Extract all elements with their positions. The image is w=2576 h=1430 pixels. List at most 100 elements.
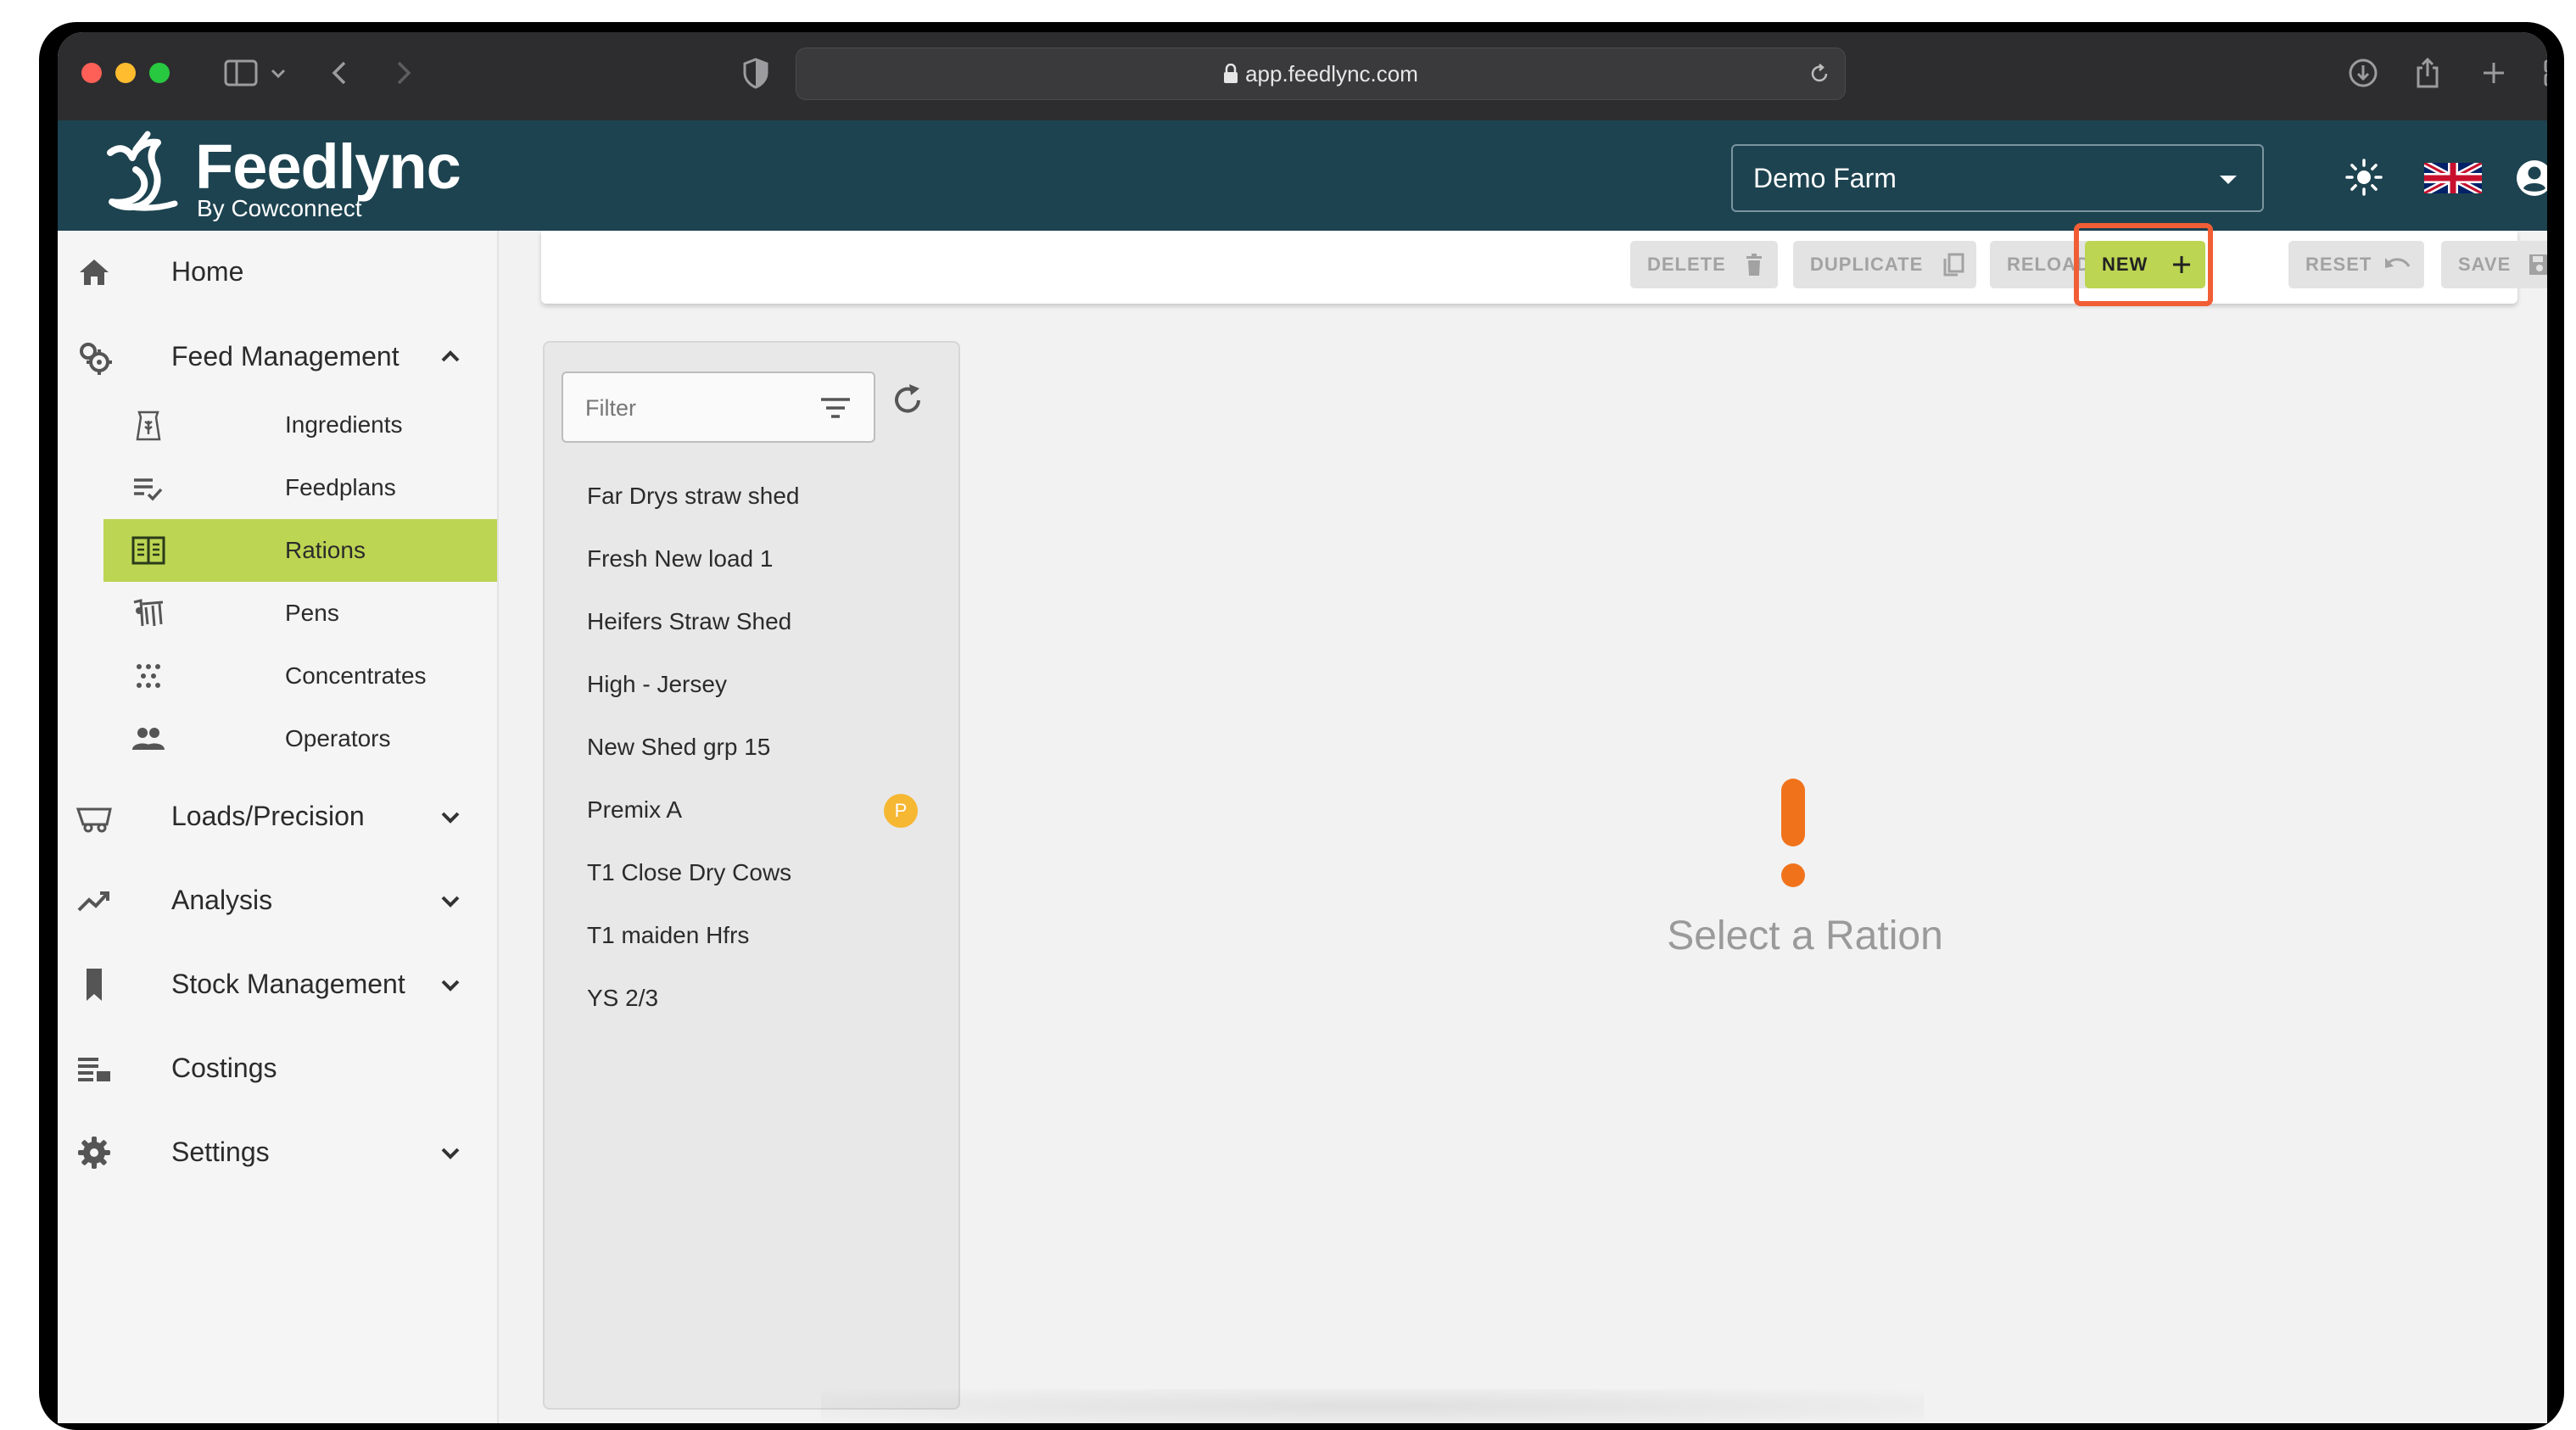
ration-list-item[interactable]: T1 maiden Hfrs — [545, 904, 958, 967]
minimize-window-button[interactable] — [115, 63, 136, 83]
nav-rations[interactable]: Rations — [103, 519, 497, 582]
nav-home-label: Home — [171, 256, 244, 287]
trending-up-icon — [77, 891, 109, 912]
browser-window: app.feedlync.com Feedlync By Cowconnect … — [58, 32, 2547, 1423]
ration-name: High - Jersey — [587, 671, 727, 697]
ration-name: Premix A — [587, 796, 683, 823]
nav-analysis-label: Analysis — [171, 885, 273, 915]
filter-input[interactable] — [563, 373, 833, 443]
filter-field[interactable] — [562, 371, 875, 443]
page-reload-icon[interactable] — [1808, 62, 1831, 86]
browser-toolbar: app.feedlync.com — [58, 32, 2547, 122]
chevron-down-icon — [441, 812, 460, 824]
ration-list-item[interactable]: Fresh New load 1 — [545, 528, 958, 590]
save-icon — [2529, 254, 2547, 275]
refresh-list-icon[interactable] — [891, 383, 925, 417]
ration-name: Heifers Straw Shed — [587, 608, 792, 634]
chevron-down-icon — [441, 1148, 460, 1159]
action-toolbar: DELETE DUPLICATE RELOAD NEW RESET SAVE — [541, 231, 2547, 304]
ration-name: New Shed grp 15 — [587, 734, 771, 760]
costings-icon — [78, 1058, 110, 1081]
chevron-down-icon — [441, 980, 460, 992]
exclamation-icon — [1781, 779, 1805, 887]
chevron-down-icon — [441, 896, 460, 908]
reset-button[interactable]: RESET — [2288, 241, 2424, 288]
nav-feedplans-label: Feedplans — [285, 474, 396, 500]
nav-stock-management-label: Stock Management — [171, 969, 405, 999]
delete-button[interactable]: DELETE — [1630, 241, 1778, 288]
back-icon[interactable] — [327, 56, 353, 90]
trash-icon — [1746, 254, 1762, 276]
zoom-window-button[interactable] — [149, 63, 170, 83]
chevron-up-icon — [441, 350, 460, 362]
nav-settings[interactable]: Settings — [58, 1111, 497, 1193]
nav-pens[interactable]: Pens — [103, 582, 497, 645]
ration-list-item[interactable]: Heifers Straw Shed — [545, 590, 958, 653]
ration-list-item[interactable]: YS 2/3 — [545, 967, 958, 1030]
home-icon — [80, 260, 109, 285]
ration-list-item[interactable]: Premix A P — [545, 779, 958, 841]
nav-feed-management-label: Feed Management — [171, 341, 400, 371]
filter-list-icon[interactable] — [819, 395, 852, 421]
ration-name: Far Drys straw shed — [587, 483, 800, 509]
sidebar-toggle-icon[interactable] — [222, 56, 260, 90]
pens-icon — [133, 599, 164, 627]
account-icon[interactable] — [2514, 158, 2547, 198]
empty-state-message: Select a Ration — [1667, 913, 1943, 958]
nav-analysis[interactable]: Analysis — [58, 859, 497, 941]
nav-concentrates[interactable]: Concentrates — [103, 645, 497, 707]
ration-list-item[interactable]: Far Drys straw shed — [545, 465, 958, 528]
concentrates-dots-icon — [137, 664, 160, 688]
bottom-shadow — [821, 1389, 1924, 1423]
nav-home[interactable]: Home — [58, 231, 497, 312]
nav-operators[interactable]: Operators — [103, 707, 497, 770]
ration-name: T1 Close Dry Cows — [587, 859, 792, 885]
uk-flag-icon[interactable] — [2424, 163, 2482, 193]
nav-loads-precision[interactable]: Loads/Precision — [58, 775, 497, 857]
chevron-down-icon[interactable] — [268, 56, 288, 90]
address-bar[interactable]: app.feedlync.com — [796, 47, 1846, 100]
ration-list-item[interactable]: High - Jersey — [545, 653, 958, 716]
gear-icon — [78, 1137, 110, 1169]
nav-rations-label: Rations — [285, 537, 366, 563]
nav-ingredients-label: Ingredients — [285, 411, 403, 438]
app-title: Feedlync — [195, 131, 461, 202]
premix-badge: P — [884, 794, 918, 828]
copy-icon — [1943, 253, 1964, 277]
shield-icon[interactable] — [741, 56, 770, 90]
new-button-highlight — [2074, 223, 2213, 306]
tab-overview-icon[interactable] — [2541, 56, 2547, 90]
nav-operators-label: Operators — [285, 725, 391, 751]
download-icon[interactable] — [2346, 56, 2380, 90]
rations-book-icon — [131, 536, 165, 565]
caret-down-icon — [2220, 176, 2237, 184]
url-text: app.feedlync.com — [1245, 61, 1418, 87]
share-icon[interactable] — [2412, 56, 2443, 90]
forward-icon[interactable] — [390, 56, 416, 90]
nav-stock-management[interactable]: Stock Management — [58, 943, 497, 1025]
playlist-check-icon — [134, 478, 163, 501]
farm-select-value: Demo Farm — [1753, 163, 1897, 193]
nav-costings-label: Costings — [171, 1053, 277, 1083]
theme-toggle-icon[interactable] — [2344, 158, 2383, 197]
nav-costings[interactable]: Costings — [58, 1027, 497, 1109]
nav-settings-label: Settings — [171, 1137, 270, 1167]
nav-feedplans[interactable]: Feedplans — [103, 456, 497, 519]
bookmark-icon — [87, 969, 102, 1001]
nav-ingredients[interactable]: Ingredients — [103, 394, 497, 456]
ration-list-item[interactable]: New Shed grp 15 — [545, 716, 958, 779]
duplicate-button[interactable]: DUPLICATE — [1793, 241, 1976, 288]
nav-feed-management[interactable]: Feed Management — [58, 316, 497, 397]
ration-name: Fresh New load 1 — [587, 545, 774, 572]
save-button[interactable]: SAVE — [2441, 241, 2547, 288]
app-header: Feedlync By Cowconnect Demo Farm — [58, 120, 2547, 231]
new-tab-icon[interactable] — [2478, 56, 2509, 90]
nav-pens-label: Pens — [285, 600, 339, 626]
farm-select[interactable]: Demo Farm — [1731, 144, 2264, 212]
ration-name: T1 maiden Hfrs — [587, 922, 750, 948]
nav-concentrates-label: Concentrates — [285, 662, 427, 689]
ration-list-item[interactable]: T1 Close Dry Cows — [545, 841, 958, 904]
sidebar: Home Feed Management Ingredients Feedpla… — [58, 231, 499, 1423]
close-window-button[interactable] — [81, 63, 102, 83]
feed-gear-icon — [80, 343, 112, 375]
